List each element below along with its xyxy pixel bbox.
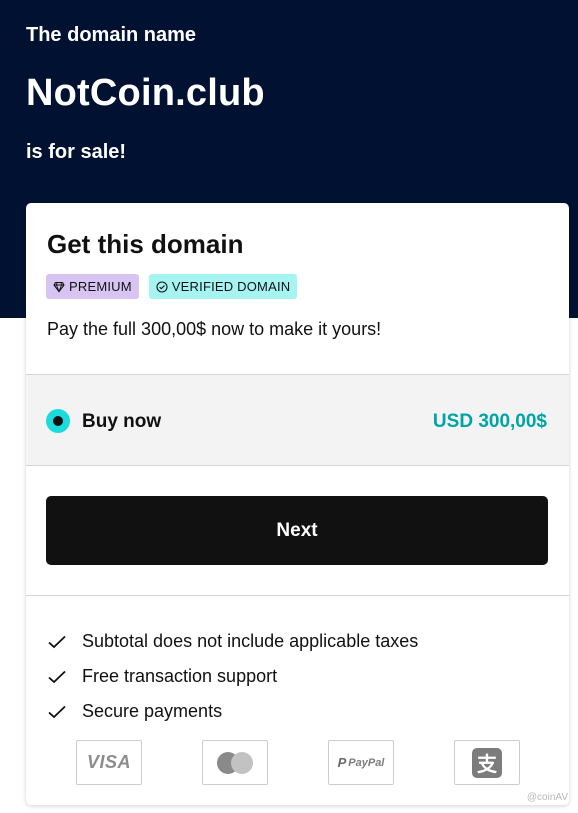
diamond-icon [53,281,65,293]
feature-text: Subtotal does not include applicable tax… [82,631,419,651]
payment-methods: VISA P PayPal 支 [76,740,520,785]
visa-logo-text: VISA [86,752,131,772]
paypal-icon: P PayPal [328,740,394,785]
premium-badge: PREMIUM [46,274,139,299]
mastercard-icon [202,740,268,785]
price-description: Pay the full 300,00$ now to make it your… [47,319,382,339]
badge-row: PREMIUM VERIFIED DOMAIN [46,274,298,299]
checkmark-icon [48,670,66,683]
buy-now-radio[interactable] [46,409,70,433]
buy-now-label: Buy now [82,411,162,432]
alipay-icon: 支 [454,740,520,785]
mastercard-right-circle [231,751,253,774]
feature-item: Subtotal does not include applicable tax… [48,624,418,659]
hero-pre-text: The domain name [26,24,197,46]
paypal-p-mark: P [337,755,347,770]
domain-name-heading: NotCoin.club [26,72,265,114]
checkmark-icon [48,635,66,648]
verified-badge-label: VERIFIED DOMAIN [171,279,291,294]
divider [26,595,569,596]
watermark: @coinAV [526,792,568,803]
feature-item: Secure payments [48,694,418,729]
paypal-logo-text: PayPal [348,756,385,769]
feature-text: Free transaction support [82,666,278,686]
checkmark-icon [48,705,66,718]
buy-now-option[interactable]: Buy now USD 300,00$ [26,374,569,466]
feature-item: Free transaction support [48,659,418,694]
feature-list: Subtotal does not include applicable tax… [48,624,418,729]
next-button[interactable]: Next [46,496,548,565]
premium-badge-label: PREMIUM [69,279,132,294]
buy-now-price: USD 300,00$ [432,411,547,432]
hero-post-text: is for sale! [26,141,127,163]
radio-selected-dot [53,416,63,426]
card-title: Get this domain [47,229,244,259]
purchase-card: Get this domain PREMIUM VERIFIED DOMAIN … [26,203,569,805]
verified-badge: VERIFIED DOMAIN [148,274,298,299]
check-circle-icon [156,280,168,293]
feature-text: Secure payments [82,701,223,721]
visa-icon: VISA [76,740,142,785]
alipay-logo: 支 [472,747,502,778]
